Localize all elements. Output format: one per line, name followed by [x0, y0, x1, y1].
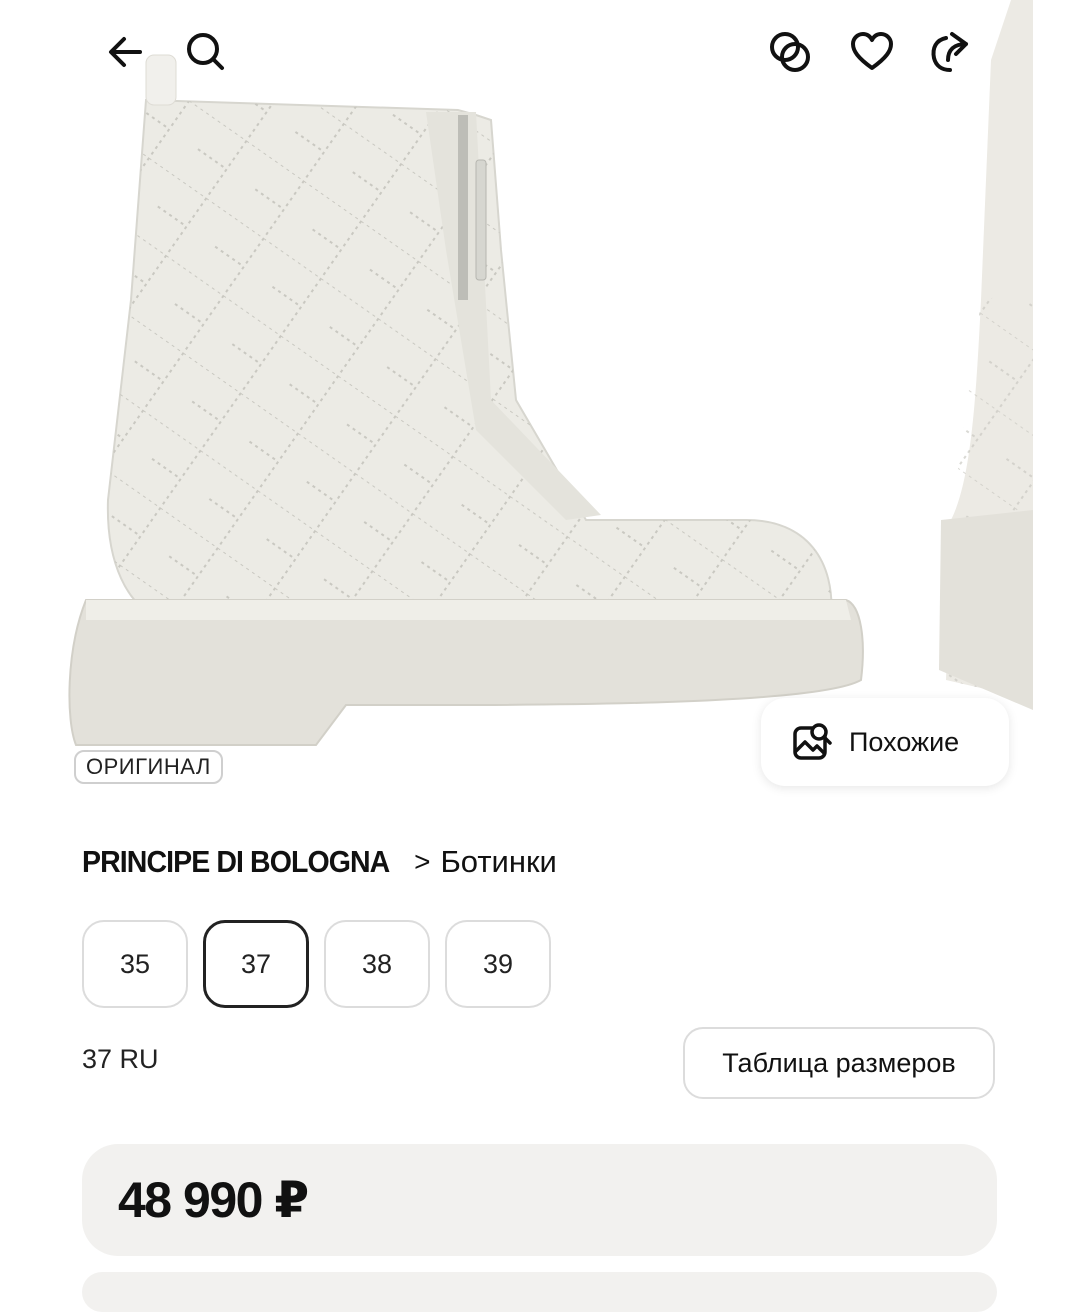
selected-size-label: 37 RU	[82, 1044, 159, 1074]
heart-icon	[851, 32, 893, 70]
compare-button[interactable]	[758, 20, 822, 84]
image-search-icon	[793, 723, 832, 760]
original-badge: ОРИГИНАЛ	[74, 750, 223, 784]
breadcrumb: PRINCIPE DI BOLOGNA > Ботинки	[82, 840, 557, 884]
favorite-button[interactable]	[840, 20, 904, 84]
breadcrumb-separator: >	[414, 846, 431, 877]
product-gallery[interactable]	[46, 0, 1033, 805]
category-link[interactable]: Ботинки	[440, 844, 556, 880]
size-option-38[interactable]: 38	[324, 920, 430, 1008]
brand-link[interactable]: PRINCIPE DI BOLOGNA	[82, 844, 390, 880]
search-icon	[187, 33, 224, 70]
arrow-left-icon	[109, 37, 142, 67]
size-option-37[interactable]: 37	[203, 920, 309, 1008]
next-card	[82, 1272, 997, 1312]
size-option-39[interactable]: 39	[445, 920, 551, 1008]
share-button[interactable]	[918, 20, 982, 84]
size-table-button[interactable]: Таблица размеров	[683, 1027, 995, 1099]
original-badge-label: ОРИГИНАЛ	[86, 754, 211, 779]
back-button[interactable]	[94, 20, 158, 84]
product-photo	[68, 0, 1033, 746]
compare-circles-icon	[770, 32, 810, 72]
size-option-35[interactable]: 35	[82, 920, 188, 1008]
similar-button-label: Похожие	[849, 726, 960, 757]
price-value: 48 990 ₽	[118, 1172, 309, 1228]
size-selector: 35 37 38 39	[82, 920, 551, 1008]
price-card: 48 990 ₽	[82, 1144, 997, 1256]
share-icon	[931, 32, 968, 72]
search-button[interactable]	[174, 20, 238, 84]
similar-button[interactable]: Похожие	[761, 698, 1009, 786]
